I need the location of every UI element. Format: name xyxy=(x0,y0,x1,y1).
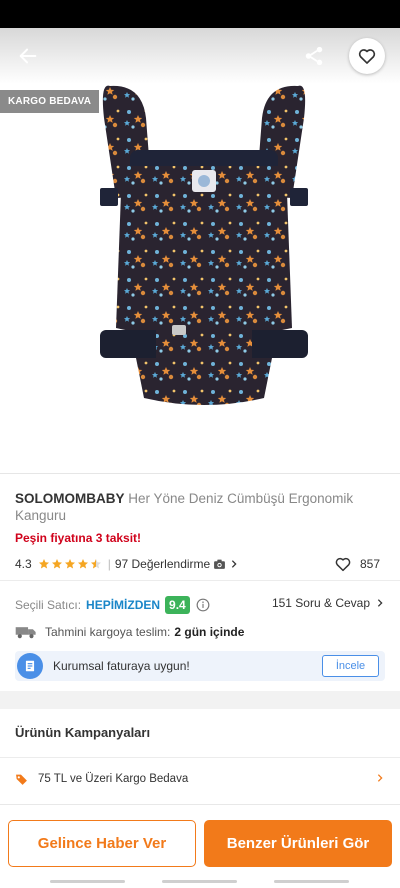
favorite-button[interactable] xyxy=(349,38,385,74)
installment-text: Peşin fiyatına 3 taksit! xyxy=(15,531,142,545)
back-button[interactable] xyxy=(12,40,44,72)
camera-icon xyxy=(214,559,226,569)
nav-hint xyxy=(274,880,349,883)
separator: | xyxy=(107,557,111,571)
reviews-count: 97 Değerlendirme xyxy=(114,557,211,571)
invoice-text: Kurumsal faturaya uygun! xyxy=(53,659,190,673)
similar-products-button[interactable]: Benzer Ürünleri Gör xyxy=(204,820,392,867)
chevron-right-icon xyxy=(377,599,383,607)
product-info: SOLOMOMBABY Her Yöne Deniz Cümbüşü Ergon… xyxy=(0,473,400,691)
campaigns-title: Ürünün Kampanyaları xyxy=(15,725,151,740)
tag-icon xyxy=(16,774,27,785)
share-icon xyxy=(305,46,323,66)
seller-row: Seçili Satıcı: HEPİMİZDEN 9.4 151 Soru &… xyxy=(15,595,385,615)
section-gap xyxy=(0,691,400,709)
divider xyxy=(0,757,400,758)
arrow-left-icon xyxy=(19,48,37,64)
truck-icon xyxy=(15,627,36,639)
product-gallery[interactable]: KARGO BEDAVA xyxy=(0,28,400,473)
shipping-label: Tahmini kargoya teslim: xyxy=(45,625,171,639)
chevron-right-icon xyxy=(377,774,383,782)
share-button[interactable] xyxy=(298,40,330,72)
product-title: SOLOMOMBABY Her Yöne Deniz Cümbüşü Ergon… xyxy=(15,490,385,524)
info-icon[interactable] xyxy=(196,598,210,612)
seller-score-badge: 9.4 xyxy=(165,596,190,614)
top-bar xyxy=(0,28,400,84)
rating-row: 4.3 | 97 Değerlendirme 857 xyxy=(15,555,385,573)
campaigns-section: Ürünün Kampanyaları 75 TL ve Üzeri Kargo… xyxy=(0,709,400,804)
star-icon xyxy=(51,559,62,569)
shipping-value: 2 gün içinde xyxy=(174,625,245,639)
bottom-action-bar: Gelince Haber Ver Benzer Ürünleri Gör xyxy=(0,804,400,888)
rating-stars xyxy=(38,558,102,570)
heart-outline-icon xyxy=(335,557,351,572)
chevron-right-icon xyxy=(232,560,237,568)
corporate-invoice-box: Kurumsal faturaya uygun! İncele xyxy=(15,651,385,681)
seller-label: Seçili Satıcı: xyxy=(15,598,82,612)
favorite-count[interactable]: 857 xyxy=(334,555,380,573)
campaign-label: 75 TL ve Üzeri Kargo Bedava xyxy=(38,773,189,785)
product-image xyxy=(100,85,308,405)
invoice-review-button[interactable]: İncele xyxy=(322,655,379,677)
favorite-count-value: 857 xyxy=(359,557,380,571)
star-icon xyxy=(38,559,49,569)
star-icon xyxy=(64,559,75,569)
invoice-icon xyxy=(17,653,43,679)
free-shipping-badge: KARGO BEDAVA xyxy=(0,90,100,113)
rating-value: 4.3 xyxy=(15,557,32,571)
status-bar xyxy=(0,0,400,28)
seller-name[interactable]: HEPİMİZDEN xyxy=(86,598,160,612)
qa-link[interactable]: 151 Soru & Cevap xyxy=(272,596,385,610)
nav-hint xyxy=(162,880,237,883)
heart-outline-icon xyxy=(358,49,376,64)
notify-when-available-button[interactable]: Gelince Haber Ver xyxy=(8,820,196,867)
product-brand[interactable]: SOLOMOMBABY xyxy=(15,491,125,506)
divider xyxy=(0,580,400,581)
nav-hint xyxy=(50,880,125,883)
star-icon xyxy=(77,559,88,569)
reviews-link[interactable]: 97 Değerlendirme xyxy=(115,557,239,571)
campaign-item[interactable]: 75 TL ve Üzeri Kargo Bedava xyxy=(15,770,385,788)
qa-count: 151 Soru & Cevap xyxy=(271,596,370,610)
star-half-icon xyxy=(90,559,101,569)
shipping-row: Tahmini kargoya teslim: 2 gün içinde xyxy=(15,623,244,641)
